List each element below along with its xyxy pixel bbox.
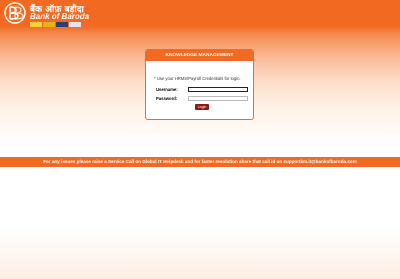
partner-logo-4 (69, 22, 81, 27)
partner-logos-strip (30, 22, 81, 27)
panel-title: KNOWLEDGE MANAGEMENT (146, 50, 253, 61)
partner-logo-1 (30, 22, 42, 27)
login-panel: KNOWLEDGE MANAGEMENT * Use your HRMS/Pay… (145, 49, 254, 120)
partner-logo-3 (56, 22, 68, 27)
bob-logo-icon[interactable] (4, 2, 26, 24)
username-label: Username: (156, 87, 178, 92)
password-field[interactable] (188, 96, 248, 101)
username-field[interactable] (188, 87, 248, 92)
login-button[interactable]: Login (195, 104, 209, 110)
password-label: Password: (156, 96, 178, 101)
login-instruction: * Use your HRMS/Payroll Credentials for … (154, 76, 241, 81)
footer-notice: For any issues please raise a Service Ca… (0, 157, 400, 167)
brand-name-english: Bank of Baroda (30, 12, 90, 21)
partner-logo-2 (43, 22, 55, 27)
page-background-fade (0, 167, 400, 279)
site-header: बैंक ऑफ़ बड़ौदा Bank of Baroda (0, 0, 400, 30)
